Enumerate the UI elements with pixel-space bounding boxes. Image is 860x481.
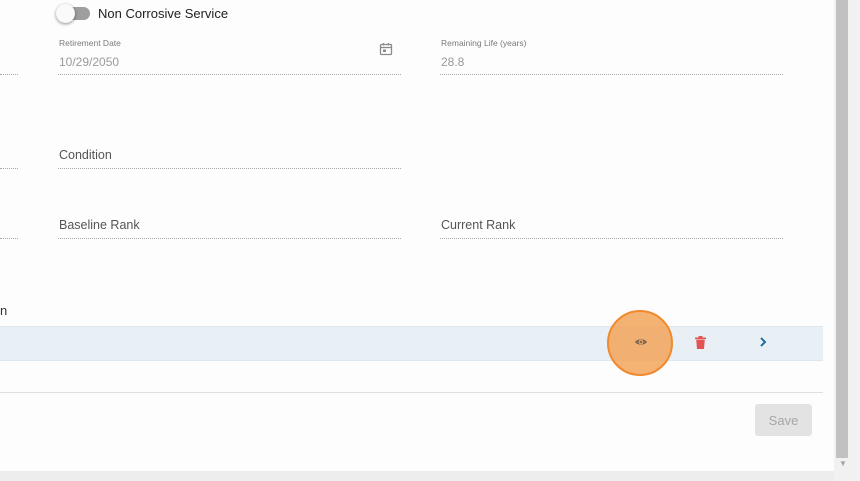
- trash-icon[interactable]: [690, 332, 710, 352]
- save-button[interactable]: Save: [755, 404, 812, 436]
- toggle-switch[interactable]: [56, 4, 90, 23]
- eye-icon[interactable]: [631, 332, 651, 352]
- retirement-date-value: 10/29/2050: [59, 55, 120, 69]
- baseline-rank-label: Baseline Rank: [59, 218, 140, 232]
- non-corrosive-toggle[interactable]: Non Corrosive Service: [56, 4, 229, 23]
- current-rank-label: Current Rank: [441, 218, 516, 232]
- calendar-icon[interactable]: [379, 42, 393, 56]
- divider: [0, 392, 823, 393]
- retirement-date-field[interactable]: Retirement Date 10/29/2050: [58, 36, 401, 75]
- cut-field-underline: [0, 238, 18, 239]
- horizontal-scrollbar[interactable]: [0, 471, 834, 481]
- toggle-label: Non Corrosive Service: [98, 6, 229, 21]
- baseline-rank-field[interactable]: Baseline Rank: [58, 210, 401, 239]
- cut-field-underline: [0, 74, 18, 75]
- toggle-knob: [56, 4, 75, 23]
- current-rank-field[interactable]: Current Rank: [440, 210, 783, 239]
- chevron-right-icon[interactable]: [753, 332, 773, 352]
- cut-field-underline: [0, 168, 18, 169]
- condition-label: Condition: [59, 148, 112, 162]
- form-panel: Non Corrosive Service Retirement Date 10…: [0, 0, 834, 471]
- retirement-date-label: Retirement Date: [59, 38, 121, 48]
- remaining-life-field[interactable]: Remaining Life (years) 28.8: [440, 36, 783, 75]
- scrollbar-thumb[interactable]: [836, 0, 848, 458]
- condition-field[interactable]: Condition: [58, 140, 401, 169]
- section-heading-fragment: n: [0, 303, 8, 318]
- scroll-down-arrow-icon[interactable]: ▼: [838, 460, 848, 468]
- remaining-life-label: Remaining Life (years): [441, 38, 527, 48]
- remaining-life-value: 28.8: [441, 55, 465, 69]
